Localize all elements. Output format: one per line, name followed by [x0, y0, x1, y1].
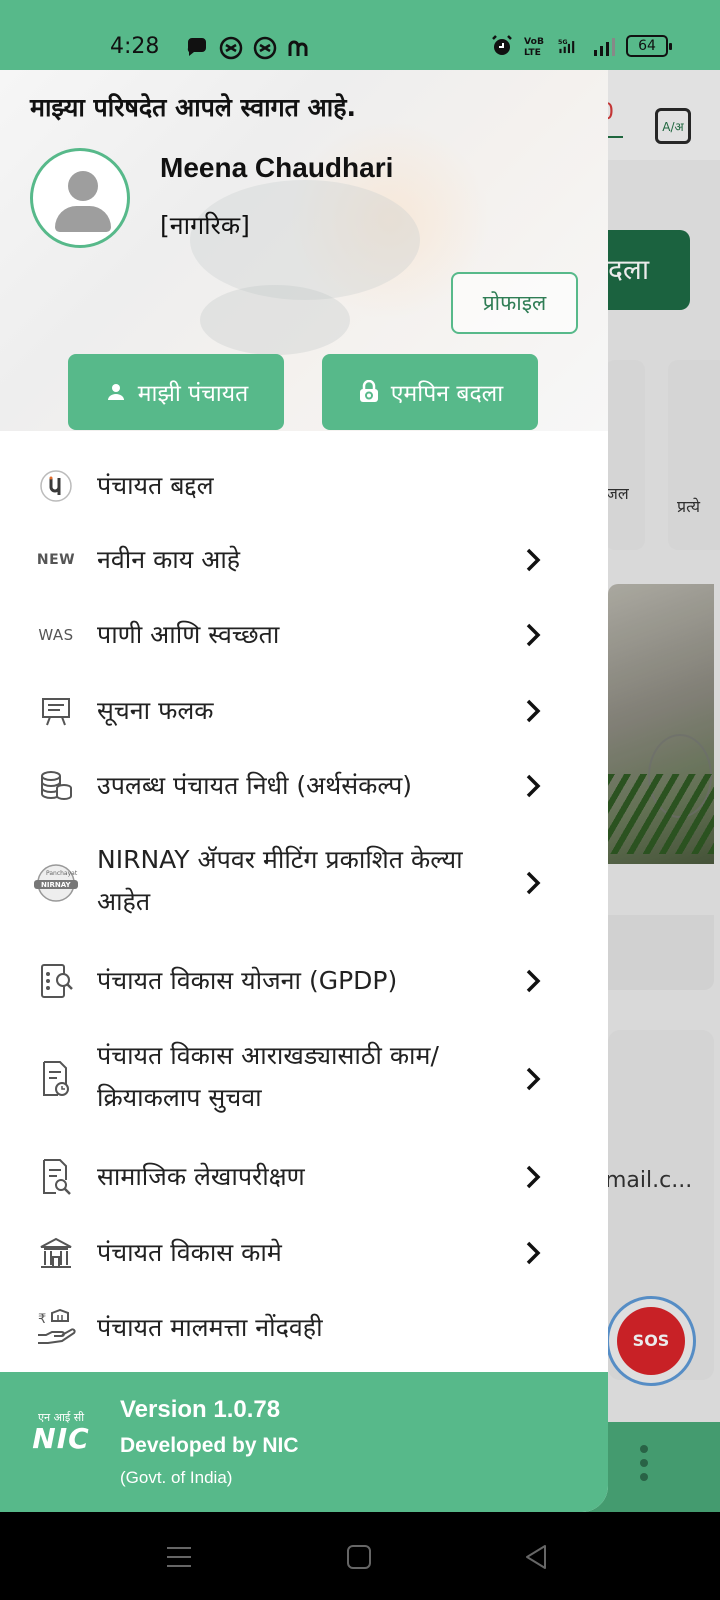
menu-item-label: उपलब्ध पंचायत निधी (अर्थसंकल्प): [97, 771, 413, 800]
system-nav-bar: [0, 1512, 720, 1600]
menu-item-label: सामाजिक लेखापरीक्षण: [97, 1162, 305, 1191]
nirnay-logo-icon: Panchayat NIRNAY: [32, 863, 80, 903]
chevron-right-icon: [526, 1067, 541, 1091]
menu-item-label: नवीन काय आहे: [97, 545, 241, 574]
header-decoration: [200, 285, 350, 355]
app-shield-icon-2: [253, 36, 277, 60]
m-app-icon: [288, 40, 308, 56]
signal-icon: [594, 38, 615, 56]
person-icon: [107, 384, 124, 400]
welcome-text: माझ्या परिषदेत आपले स्वागत आहे.: [30, 93, 356, 122]
menu-item-asset-register[interactable]: ₹ पंचायत मालमत्ता नोंदवही: [0, 1291, 608, 1365]
govt-credit: (Govt. of India): [120, 1468, 233, 1487]
user-name: Meena Chaudhari: [160, 152, 394, 183]
alarm-icon: [492, 35, 512, 55]
avatar-body-icon: [55, 206, 111, 232]
chevron-right-icon: [526, 969, 541, 993]
drawer-footer: एन आई सी NIC Version 1.0.78 Developed by…: [0, 1372, 608, 1512]
menu-item-social-audit[interactable]: सामाजिक लेखापरीक्षण: [0, 1139, 608, 1215]
asset-hand-icon: ₹: [36, 1308, 80, 1348]
menu-item-nirnay-meetings[interactable]: Panchayat NIRNAY NIRNAY ॲपवर मीटिंग प्रका…: [0, 823, 608, 943]
notice-board-icon: [36, 691, 76, 731]
menu-item-label: सूचना फलक: [97, 696, 214, 725]
svg-text:LTE: LTE: [524, 47, 541, 58]
new-icon: NEW: [36, 552, 76, 568]
menu-item-whats-new[interactable]: NEW नवीन काय आहे: [0, 523, 608, 597]
panchayat-logo-icon: [36, 466, 76, 506]
chevron-right-icon: [526, 1241, 541, 1265]
status-notification-icons: [185, 36, 311, 60]
svg-text:5G: 5G: [558, 39, 568, 46]
lock-icon: [359, 380, 378, 402]
chevron-right-icon: [526, 623, 541, 647]
app-shield-icon: [219, 36, 243, 60]
avatar[interactable]: [30, 148, 130, 248]
status-bar: 4:28 VoB LTE 5G 64: [0, 0, 720, 70]
coins-icon: [36, 766, 76, 806]
status-system-icons: VoB LTE 5G 64: [490, 34, 672, 58]
my-panchayat-label: माझी पंचायत: [137, 381, 249, 407]
menu-item-water-sanitation[interactable]: WAS पाणी आणि स्वच्छता: [0, 597, 608, 673]
menu-item-label: पंचायत विकास कामे: [97, 1238, 282, 1267]
chevron-right-icon: [526, 699, 541, 723]
menu-item-label: NIRNAY ॲपवर मीटिंग प्रकाशित केल्या आहेत: [97, 845, 463, 916]
was-icon: WAS: [38, 626, 74, 644]
profile-button[interactable]: प्रोफाइल: [451, 272, 578, 334]
change-mpin-button[interactable]: एमपिन बदला: [322, 354, 538, 430]
nic-logo-text: NIC: [32, 1422, 90, 1455]
plan-search-icon: [36, 961, 76, 1001]
change-mpin-label: एमपिन बदला: [390, 381, 504, 407]
chat-bubble-icon: [187, 38, 206, 56]
navigation-drawer: माझ्या परिषदेत आपले स्वागत आहे. Meena Ch…: [0, 70, 608, 1512]
menu-item-label: पंचायत विकास आराखड्यासाठी काम/ क्रियाकला…: [97, 1041, 439, 1112]
recent-apps-icon[interactable]: [164, 1542, 194, 1572]
audit-search-icon: [36, 1157, 76, 1197]
home-icon[interactable]: [344, 1542, 374, 1572]
chevron-right-icon: [526, 871, 541, 895]
svg-text:₹: ₹: [38, 1312, 46, 1327]
menu-item-gpdp[interactable]: पंचायत विकास योजना (GPDP): [0, 943, 608, 1019]
back-icon[interactable]: [521, 1542, 551, 1572]
svg-text:Panchayat: Panchayat: [46, 870, 78, 877]
menu-item-about-panchayat[interactable]: पंचायत बद्दल: [0, 449, 608, 523]
menu-item-suggest-work[interactable]: पंचायत विकास आराखड्यासाठी काम/ क्रियाकला…: [0, 1019, 608, 1139]
developer-credit: Developed by NIC: [120, 1434, 299, 1457]
avatar-head-icon: [68, 171, 98, 201]
menu-item-development-works[interactable]: पंचायत विकास कामे: [0, 1215, 608, 1291]
document-clock-icon: [36, 1059, 76, 1099]
menu-item-label: पंचायत मालमत्ता नोंदवही: [97, 1313, 323, 1342]
status-time: 4:28: [110, 34, 160, 59]
signal-5g-icon: 5G: [558, 39, 575, 54]
menu-item-label: पंचायत विकास योजना (GPDP): [97, 966, 398, 995]
nic-logo: एन आई सी NIC: [30, 1410, 92, 1453]
building-icon: [36, 1233, 76, 1273]
menu-item-label: पाणी आणि स्वच्छता: [97, 620, 280, 649]
my-panchayat-button[interactable]: माझी पंचायत: [68, 354, 284, 430]
svg-text:NIRNAY: NIRNAY: [41, 881, 71, 889]
user-role: [नागरिक]: [160, 211, 250, 240]
menu-item-notice-board[interactable]: सूचना फलक: [0, 673, 608, 749]
drawer-header: माझ्या परिषदेत आपले स्वागत आहे. Meena Ch…: [0, 70, 608, 431]
chevron-right-icon: [526, 774, 541, 798]
menu-item-available-funds[interactable]: उपलब्ध पंचायत निधी (अर्थसंकल्प): [0, 749, 608, 823]
svg-text:VoB: VoB: [524, 36, 544, 47]
battery-icon: 64: [626, 35, 672, 57]
app-version: Version 1.0.78: [120, 1396, 281, 1423]
menu-item-label: पंचायत बद्दल: [97, 471, 214, 500]
chevron-right-icon: [526, 1165, 541, 1189]
volte-icon: VoBLTE: [524, 36, 544, 58]
chevron-right-icon: [526, 548, 541, 572]
